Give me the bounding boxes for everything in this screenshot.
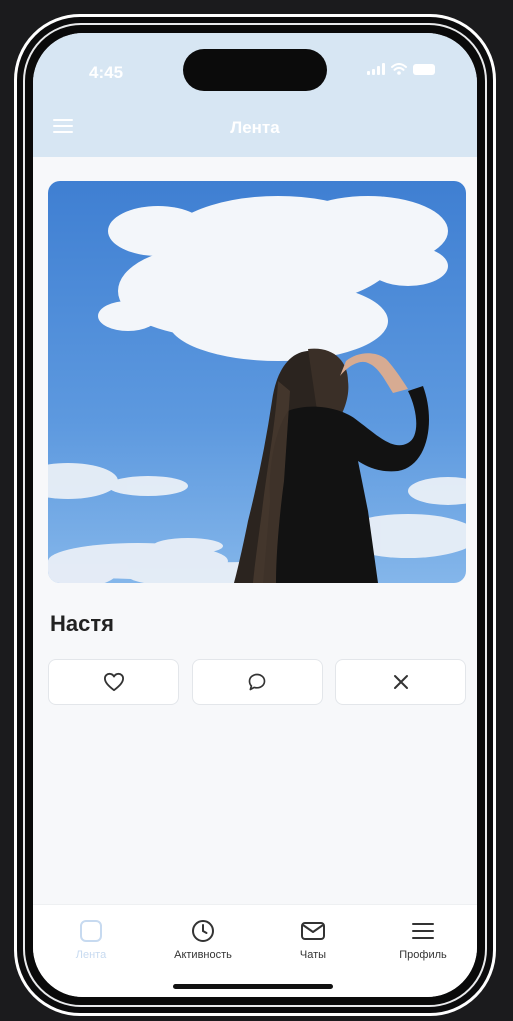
profile-photo: [48, 181, 466, 583]
like-button[interactable]: [48, 659, 179, 705]
tab-profile[interactable]: Профиль: [378, 917, 468, 961]
close-icon: [393, 675, 408, 689]
battery-icon: [413, 63, 435, 75]
tab-label: Чаты: [299, 949, 327, 961]
tab-bar: Лента Активность Чаты Профиль: [33, 904, 477, 997]
wifi-icon: [391, 63, 407, 75]
header: 4:45 Лента: [33, 33, 477, 157]
signal-icon: [367, 63, 385, 75]
page-title: Лента: [230, 118, 280, 137]
phone-bezel: 4:45 Лента Настя Лента Активность Чаты П…: [23, 23, 487, 1007]
mail-icon: [301, 922, 325, 940]
feed-square-icon: [80, 920, 102, 942]
tab-label: Активность: [174, 949, 232, 961]
tab-label: Лента: [75, 949, 107, 961]
dynamic-island: [183, 49, 327, 91]
user-name: Настя: [50, 611, 114, 636]
comment-button[interactable]: [191, 659, 323, 705]
menu-lines-icon: [412, 923, 434, 939]
home-indicator: [173, 984, 333, 989]
heart-icon: [103, 672, 124, 692]
dismiss-button[interactable]: [335, 659, 466, 705]
status-time: 4:45: [89, 63, 124, 82]
comment-icon: [248, 673, 266, 691]
phone-screen: 4:45 Лента Настя Лента Активность Чаты П…: [33, 33, 477, 997]
phone-frame: 4:45 Лента Настя Лента Активность Чаты П…: [14, 14, 496, 1016]
stage: 4:45 Лента Настя Лента Активность Чаты П…: [0, 0, 513, 1021]
tab-feed[interactable]: Лента: [46, 917, 136, 961]
tab-chats[interactable]: Чаты: [268, 917, 358, 961]
tab-activity[interactable]: Активность: [158, 917, 248, 961]
tab-label: Профиль: [399, 949, 447, 961]
clock-icon: [192, 920, 214, 942]
status-icons: [367, 63, 435, 75]
action-buttons: [48, 659, 466, 705]
